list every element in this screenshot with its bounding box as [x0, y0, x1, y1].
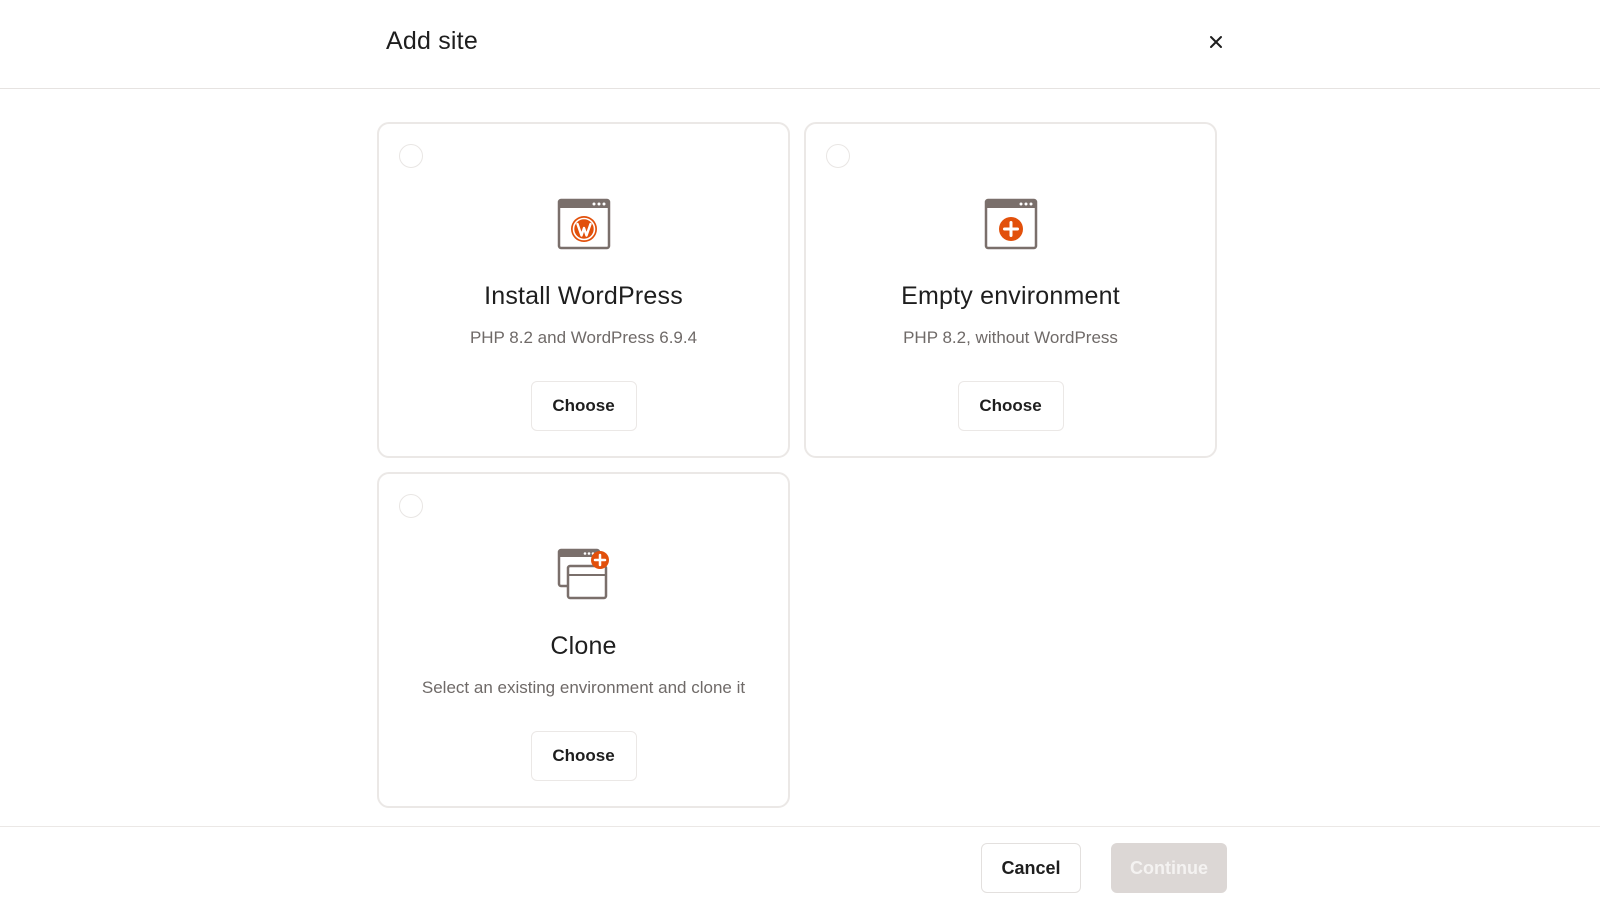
add-window-icon	[984, 198, 1037, 250]
dialog-footer: Cancel Continue	[0, 826, 1600, 900]
close-button[interactable]	[1202, 28, 1230, 56]
option-description: Select an existing environment and clone…	[421, 678, 746, 697]
close-icon	[1210, 36, 1222, 48]
wordpress-window-icon	[557, 198, 610, 250]
option-card-clone[interactable]: Clone Select an existing environment and…	[377, 472, 790, 808]
dialog-header: Add site	[0, 0, 1600, 89]
choose-button-empty-environment[interactable]: Choose	[957, 381, 1064, 431]
choose-button-install-wordpress[interactable]: Choose	[530, 381, 637, 431]
option-radio-empty-environment[interactable]	[826, 144, 850, 168]
clone-window-icon	[557, 548, 609, 600]
option-radio-install-wordpress[interactable]	[399, 144, 423, 168]
option-description: PHP 8.2 and WordPress 6.9.4	[469, 328, 698, 347]
cancel-button[interactable]: Cancel	[981, 843, 1081, 893]
option-title: Clone	[550, 632, 617, 660]
option-title: Install WordPress	[484, 282, 683, 310]
option-card-empty-environment[interactable]: Empty environment PHP 8.2, without WordP…	[804, 122, 1217, 458]
choose-button-clone[interactable]: Choose	[530, 731, 637, 781]
continue-button[interactable]: Continue	[1111, 843, 1227, 893]
option-radio-clone[interactable]	[399, 494, 423, 518]
dialog-title: Add site	[386, 27, 478, 55]
option-card-install-wordpress[interactable]: Install WordPress PHP 8.2 and WordPress …	[377, 122, 790, 458]
option-title: Empty environment	[901, 282, 1120, 310]
option-description: PHP 8.2, without WordPress	[903, 328, 1118, 347]
